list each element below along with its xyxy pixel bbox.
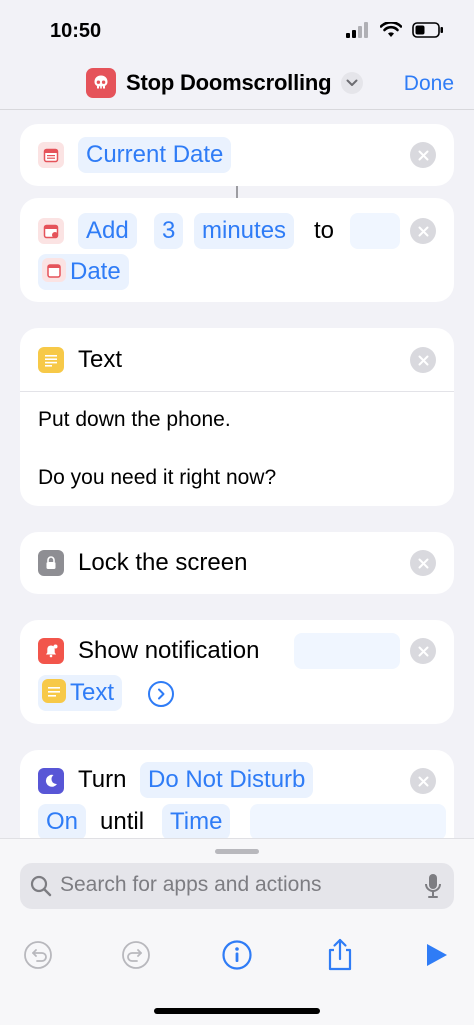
text-lines-icon — [42, 679, 66, 703]
wifi-icon — [380, 22, 402, 37]
lock-icon — [38, 550, 64, 576]
close-icon[interactable] — [410, 768, 436, 794]
moon-icon — [38, 768, 64, 794]
bell-icon — [38, 638, 64, 664]
add-operation-token[interactable]: Add — [78, 213, 137, 249]
text-line-1: Put down the phone. — [38, 408, 231, 431]
action-show-notification[interactable]: Show notification Text — [20, 620, 454, 724]
close-icon[interactable] — [410, 347, 436, 373]
to-label: to — [314, 217, 335, 244]
battery-icon — [412, 22, 443, 38]
share-icon[interactable] — [320, 935, 360, 975]
action-search-sheet: Search for apps and actions — [0, 838, 474, 1025]
amount-token[interactable]: 3 — [154, 213, 184, 249]
close-icon[interactable] — [410, 638, 436, 664]
text-content-area[interactable]: Put down the phone. Do you need it right… — [38, 406, 438, 492]
shortcut-title-menu[interactable]: Stop Doomscrolling — [86, 68, 364, 98]
action-text[interactable]: Text Put down the phone. Do you need it … — [20, 328, 454, 506]
search-icon — [30, 875, 52, 897]
notification-action-title: Show notification — [78, 637, 260, 664]
empty-notification-title-slot[interactable] — [294, 633, 400, 669]
chevron-down-icon[interactable] — [341, 72, 364, 94]
undo-icon[interactable] — [18, 935, 58, 975]
status-icons — [346, 22, 444, 38]
close-icon[interactable] — [410, 218, 436, 244]
action-current-date[interactable]: Current Date — [20, 124, 454, 186]
focus-mode-token[interactable]: Do Not Disturb — [140, 762, 314, 798]
action-lock-screen[interactable]: Lock the screen — [20, 532, 454, 594]
redo-icon[interactable] — [116, 935, 156, 975]
status-bar: 10:50 — [0, 0, 474, 60]
text-line-2: Do you need it right now? — [38, 466, 277, 489]
info-icon[interactable] — [217, 935, 257, 975]
done-button[interactable]: Done — [404, 72, 454, 96]
microphone-icon[interactable] — [424, 873, 442, 899]
text-variable-token[interactable]: Text — [38, 675, 123, 711]
lock-action-title: Lock the screen — [78, 549, 248, 576]
empty-date-slot[interactable] — [350, 213, 400, 249]
empty-time-slot[interactable] — [250, 804, 446, 840]
status-time: 10:50 — [50, 20, 102, 42]
action-connector — [236, 186, 238, 198]
calendar-icon — [38, 142, 64, 168]
close-icon[interactable] — [410, 142, 436, 168]
skull-icon — [86, 68, 116, 98]
until-label: until — [100, 808, 145, 835]
close-icon[interactable] — [410, 550, 436, 576]
date-variable-label: Date — [70, 258, 121, 285]
turn-label: Turn — [78, 766, 127, 793]
search-field[interactable]: Search for apps and actions — [20, 863, 454, 909]
action-adjust-date[interactable]: Add 3 minutes to Date — [20, 198, 454, 302]
text-lines-icon — [38, 347, 64, 373]
play-icon[interactable] — [416, 935, 456, 975]
calendar-icon — [38, 218, 64, 244]
divider — [20, 391, 454, 392]
shortcut-title: Stop Doomscrolling — [126, 70, 332, 95]
current-date-token[interactable]: Current Date — [78, 137, 232, 173]
editor-toolbar — [0, 935, 474, 985]
navigation-bar: Stop Doomscrolling Done — [0, 60, 474, 110]
sheet-grabber[interactable] — [215, 849, 259, 854]
unit-token[interactable]: minutes — [194, 213, 295, 249]
search-placeholder: Search for apps and actions — [60, 873, 322, 896]
date-variable-token[interactable]: Date — [38, 254, 129, 290]
until-time-token[interactable]: Time — [162, 804, 231, 840]
calendar-icon — [42, 258, 66, 282]
text-action-title: Text — [78, 346, 123, 373]
focus-state-token[interactable]: On — [38, 804, 87, 840]
chevron-right-circle-icon[interactable] — [148, 681, 174, 707]
text-variable-label: Text — [70, 679, 115, 706]
cellular-signal-icon — [346, 22, 368, 38]
home-indicator — [154, 1008, 320, 1014]
